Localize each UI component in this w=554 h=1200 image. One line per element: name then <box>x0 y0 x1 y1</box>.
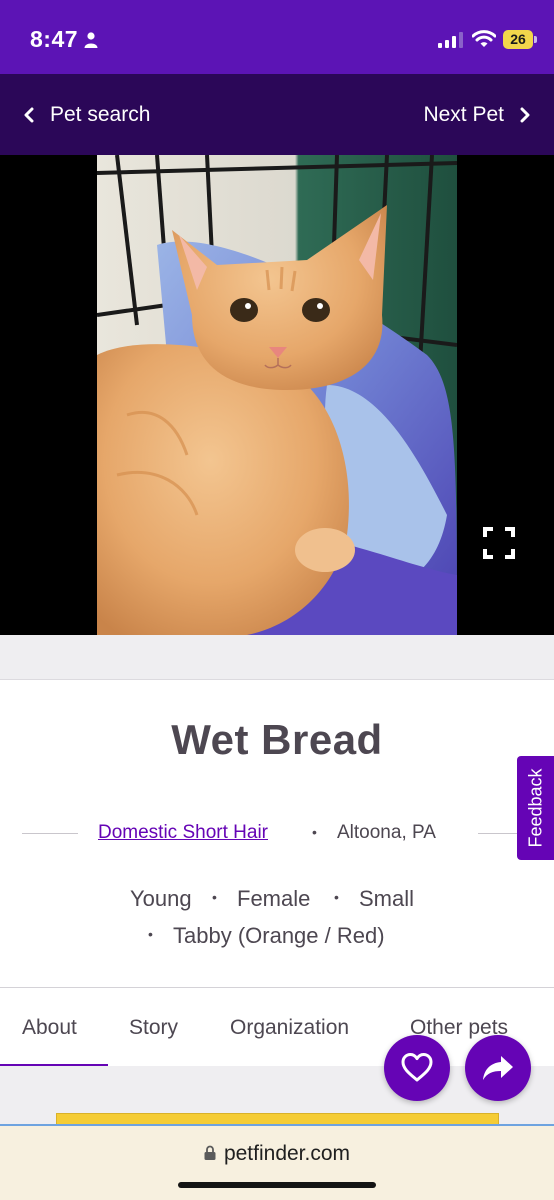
share-icon <box>483 1056 513 1080</box>
photo-divider-band <box>0 635 554 680</box>
share-button[interactable] <box>465 1035 531 1101</box>
signal-icon <box>438 32 463 48</box>
battery-nub <box>534 36 537 43</box>
next-pet-button[interactable]: Next Pet <box>423 100 532 130</box>
next-label: Next Pet <box>423 103 504 126</box>
heart-icon <box>401 1053 433 1082</box>
pet-attributes-row-1: Young • Female • Small <box>0 886 554 916</box>
separator-dot: • <box>212 889 217 905</box>
breed-link[interactable]: Domestic Short Hair <box>98 822 268 844</box>
back-to-pet-search-button[interactable]: Pet search <box>22 100 150 130</box>
tab-story[interactable]: Story <box>129 1016 178 1040</box>
divider-rule <box>478 833 518 834</box>
pet-photo[interactable] <box>97 155 457 635</box>
nav-bar: Pet search Next Pet <box>0 74 554 155</box>
kitten-illustration <box>97 155 457 635</box>
favorite-button[interactable] <box>384 1035 450 1101</box>
pet-coat: Tabby (Orange / Red) <box>173 923 385 948</box>
separator-dot: • <box>334 889 339 905</box>
fullscreen-icon[interactable] <box>483 527 515 559</box>
tabs-divider <box>0 987 554 988</box>
pet-name: Wet Bread <box>171 716 383 763</box>
tab-about[interactable]: About <box>22 1016 77 1040</box>
url-text: petfinder.com <box>223 1142 351 1165</box>
browser-url-bar[interactable]: petfinder.com <box>0 1124 554 1200</box>
feedback-label: Feedback <box>525 768 545 848</box>
chevron-left-icon <box>24 107 34 123</box>
pet-attributes-row-2: • Tabby (Orange / Red) <box>0 923 554 953</box>
status-time: 8:47 <box>30 26 79 52</box>
wifi-icon <box>472 30 496 47</box>
home-indicator <box>178 1182 376 1188</box>
tab-organization[interactable]: Organization <box>230 1016 349 1040</box>
chevron-right-icon <box>520 107 530 123</box>
back-label: Pet search <box>50 103 151 126</box>
status-bar: 8:47 26 <box>0 0 554 74</box>
photo-carousel[interactable] <box>0 155 554 635</box>
pet-location: Altoona, PA <box>337 822 436 843</box>
lock-icon <box>204 1145 216 1160</box>
divider-rule <box>22 833 78 834</box>
pet-meta-row: Domestic Short Hair • Altoona, PA <box>0 818 554 848</box>
person-icon <box>84 32 98 48</box>
battery-icon: 26 <box>503 30 533 49</box>
pet-size: Small <box>359 886 415 911</box>
separator-dot: • <box>148 926 153 942</box>
separator-dot: • <box>312 824 317 840</box>
url-display[interactable]: petfinder.com <box>0 1142 554 1166</box>
pet-sex: Female <box>237 886 311 911</box>
feedback-tab[interactable]: Feedback <box>517 756 554 860</box>
pet-age: Young <box>130 886 192 911</box>
